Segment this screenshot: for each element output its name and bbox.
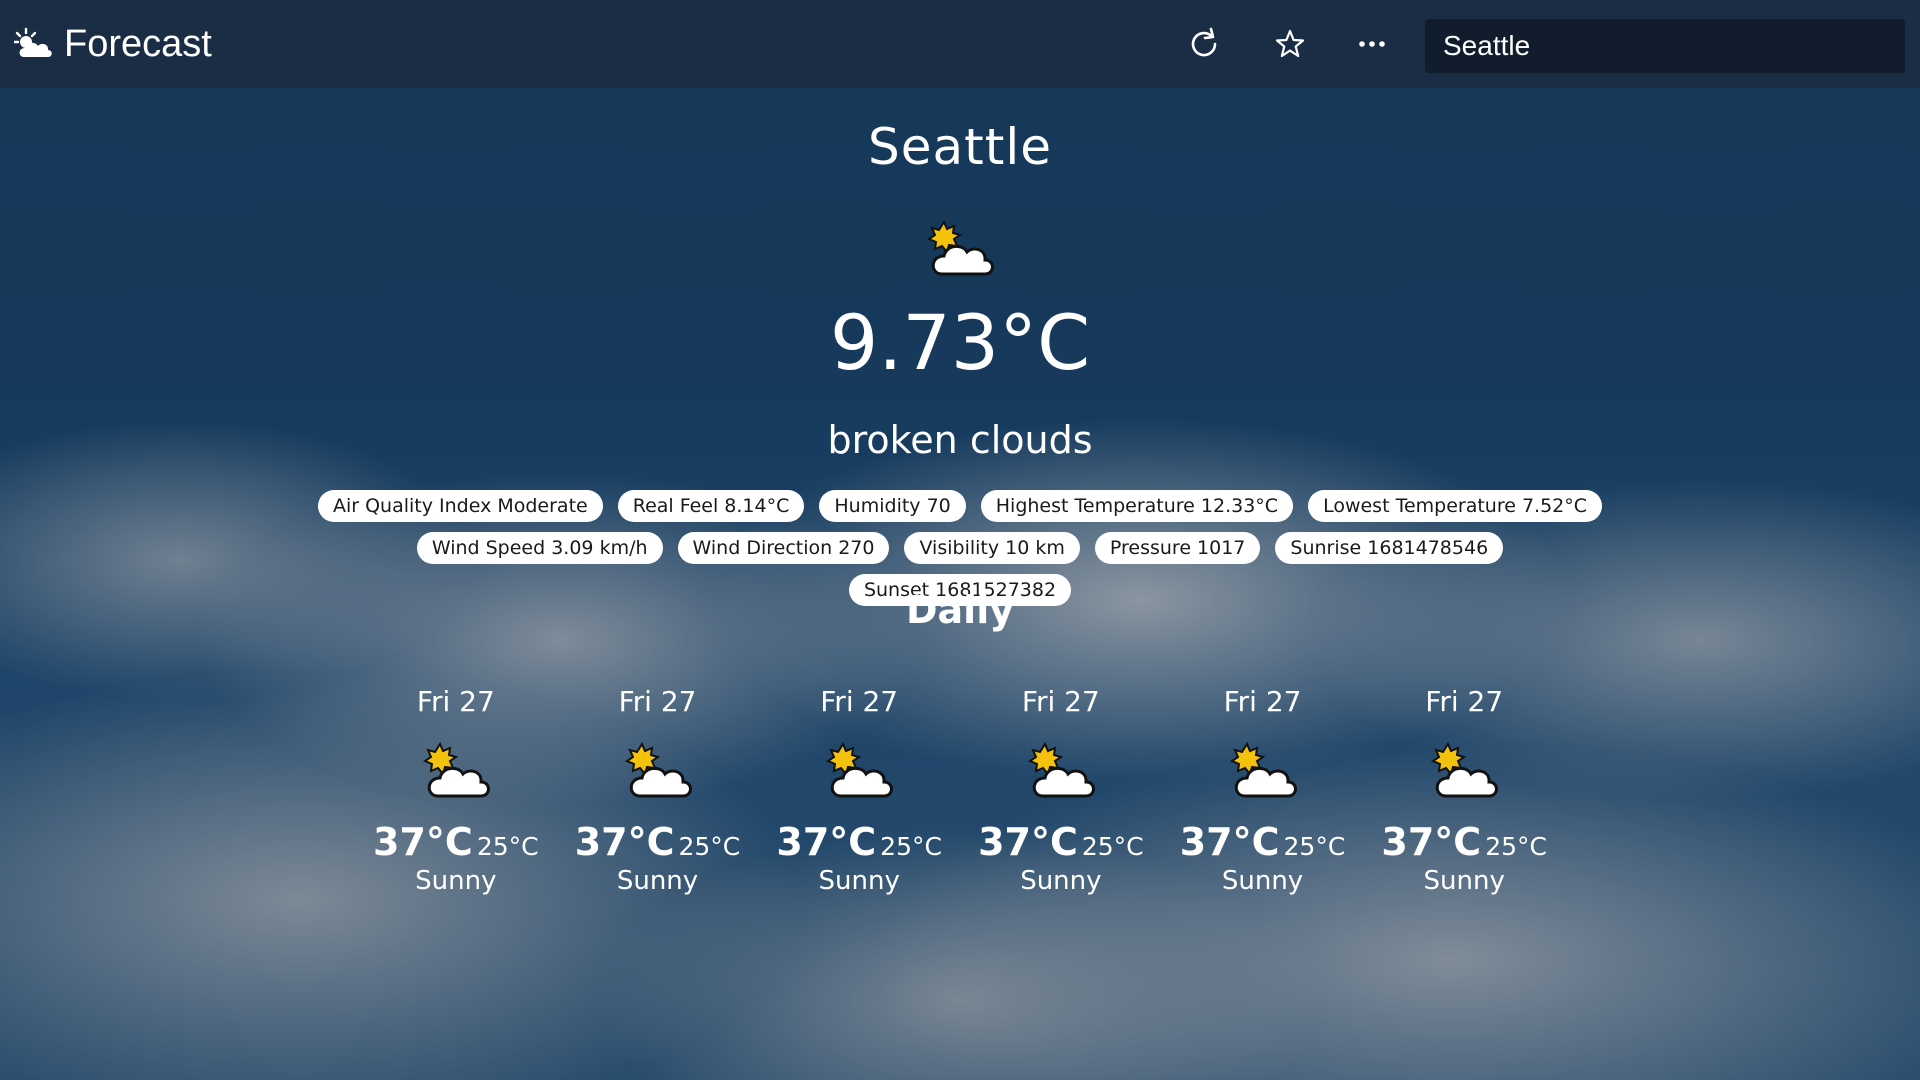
temperature-unit: °C — [999, 298, 1091, 387]
daily-card: Fri 27 37°C 25°C Sunny — [1363, 682, 1565, 896]
day-condition: Sunny — [818, 866, 900, 896]
day-date: Fri 27 — [618, 685, 697, 718]
daily-forecast: Fri 27 37°C 25°C Sunny Fri 27 37°C 25°C Su… — [355, 682, 1565, 896]
day-date: Fri 27 — [416, 685, 495, 718]
day-low-temp: 25°C — [1283, 832, 1346, 861]
day-high-temp: 37°C — [373, 820, 473, 864]
partly-cloudy-icon — [1424, 738, 1504, 802]
search-box — [1425, 19, 1905, 73]
daily-card: Fri 27 37°C 25°C Sunny — [960, 682, 1162, 896]
day-temperatures: 37°C 25°C — [557, 820, 759, 864]
day-date: Fri 27 — [1223, 685, 1302, 718]
main-content: Seattle 9.73°C broken clouds Air Quality… — [0, 88, 1920, 1080]
temperature-value: 9.73 — [829, 298, 1000, 387]
day-low-temp: 25°C — [1485, 832, 1547, 861]
day-low-temp: 25°C — [476, 832, 539, 861]
day-low-temp: 25°C — [880, 832, 942, 861]
partly-cloudy-icon — [618, 738, 698, 802]
day-date: Fri 27 — [1021, 685, 1100, 718]
day-temperatures: 37°C 25°C — [1162, 820, 1364, 864]
sun-cloud-icon — [14, 27, 54, 61]
detail-chip-wind-speed: Wind Speed 3.09 km/h — [416, 532, 663, 564]
day-date: Fri 27 — [820, 685, 899, 718]
daily-card: Fri 27 37°C 25°C Sunny — [557, 682, 759, 896]
partly-cloudy-icon — [819, 738, 899, 802]
day-temperatures: 37°C 25°C — [960, 820, 1162, 864]
day-high-temp: 37°C — [978, 820, 1078, 864]
star-icon — [1275, 29, 1305, 58]
day-condition: Sunny — [1221, 866, 1304, 896]
day-date: Fri 27 — [1425, 685, 1504, 718]
day-high-temp: 37°C — [574, 820, 675, 864]
partly-cloudy-icon — [1021, 738, 1101, 802]
daily-card: Fri 27 37°C 25°C Sunny — [1162, 682, 1364, 896]
refresh-button[interactable] — [1180, 20, 1228, 68]
search-input[interactable] — [1441, 29, 1889, 63]
weather-description: broken clouds — [827, 418, 1093, 462]
day-high-temp: 37°C — [1381, 820, 1482, 864]
partly-cloudy-icon — [920, 216, 1000, 280]
day-temperatures: 37°C 25°C — [758, 820, 960, 864]
more-button[interactable] — [1348, 20, 1396, 68]
daily-card: Fri 27 37°C 25°C Sunny — [758, 682, 960, 896]
day-condition: Sunny — [1423, 866, 1505, 896]
day-high-temp: 37°C — [776, 820, 877, 864]
daily-card: Fri 27 37°C 25°C Sunny — [355, 682, 557, 896]
daily-heading: Daily — [905, 588, 1014, 632]
top-bar: Forecast — [0, 0, 1920, 88]
detail-chip-sunrise: Sunrise 1681478546 — [1275, 532, 1504, 564]
more-icon — [1359, 41, 1385, 47]
detail-chip-highest-temperature: Highest Temperature 12.33°C — [980, 490, 1294, 522]
app-title: Forecast — [64, 22, 212, 65]
day-condition: Sunny — [1020, 866, 1102, 896]
detail-chip-visibility: Visibility 10 km — [904, 532, 1080, 564]
favorite-button[interactable] — [1266, 20, 1314, 68]
brand[interactable]: Forecast — [14, 23, 212, 66]
day-condition: Sunny — [616, 866, 699, 896]
detail-chip-air-quality: Air Quality Index Moderate — [317, 490, 603, 522]
day-condition: Sunny — [415, 866, 497, 896]
day-high-temp: 37°C — [1179, 820, 1280, 864]
detail-chip-humidity: Humidity 70 — [819, 490, 966, 522]
detail-chip-pressure: Pressure 1017 — [1094, 532, 1261, 564]
day-low-temp: 25°C — [678, 832, 741, 861]
toolbar-actions — [1180, 0, 1432, 88]
city-name: Seattle — [867, 118, 1052, 176]
day-low-temp: 25°C — [1081, 832, 1144, 861]
detail-chip-real-feel: Real Feel 8.14°C — [617, 490, 805, 522]
detail-chip-wind-direction: Wind Direction 270 — [677, 532, 890, 564]
partly-cloudy-icon — [1223, 738, 1303, 802]
day-temperatures: 37°C 25°C — [355, 820, 557, 864]
day-temperatures: 37°C 25°C — [1363, 820, 1565, 864]
detail-chip-lowest-temperature: Lowest Temperature 7.52°C — [1308, 490, 1603, 522]
partly-cloudy-icon — [416, 738, 496, 802]
refresh-icon — [1191, 27, 1217, 57]
current-temperature: 9.73°C — [0, 298, 1920, 387]
